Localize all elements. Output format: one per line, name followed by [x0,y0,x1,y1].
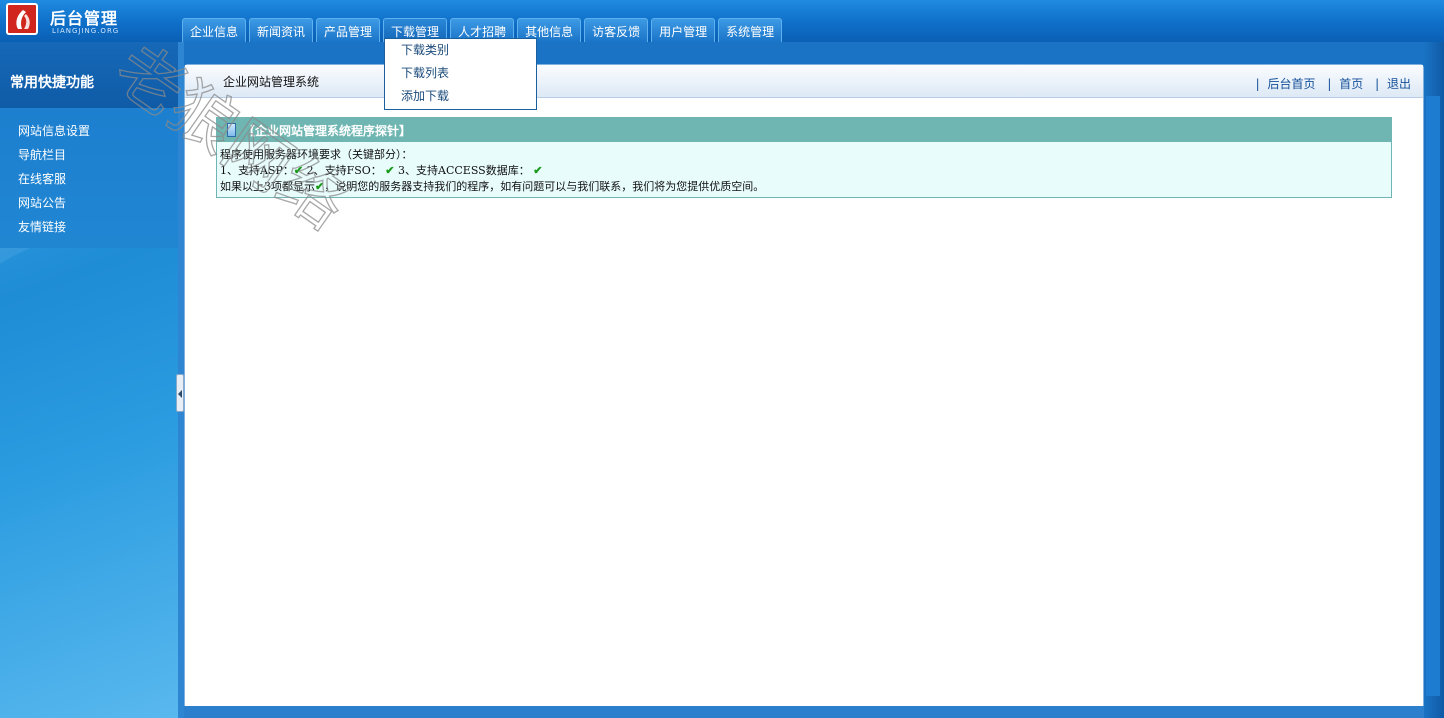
page-title: 企业网站管理系统 [223,75,320,89]
probe-checks: 1、支持ASP：✔ 2、支持FSO： ✔ 3、支持ACCESS数据库： ✔ [220,162,542,178]
menu-item-download-list[interactable]: 下载列表 [401,64,449,81]
sidebar-header: 常用快捷功能 [0,42,178,108]
fso-label: 2、支持FSO： [303,164,382,177]
check-icon: ✔ [533,164,543,177]
sidebar-item-friend-links[interactable]: 友情链接 [18,218,66,235]
conclusion-text: ，说明您的服务器支持我们的程序，如有问题可以与我们联系，我们将为您提供优质空间。 [324,180,765,193]
header-links: | 后台首页 | 首页 | 退出 [1248,75,1411,92]
link-separator: | [1255,77,1260,91]
main-header: 企业网站管理系统 | 后台首页 | 首页 | 退出 [185,65,1423,98]
sidebar-decoration [0,202,178,588]
menu-item-add-download[interactable]: 添加下载 [401,87,449,104]
sidebar-menu: 网站信息设置 导航栏目 在线客服 网站公告 友情链接 [0,108,178,248]
logo-mark-icon [6,3,38,35]
tab-news[interactable]: 新闻资讯 [249,18,314,42]
tab-system[interactable]: 系统管理 [718,18,783,42]
logout-link[interactable]: 退出 [1387,77,1411,91]
top-bar: 后台管理 LIANGJING.ORG 企业信息 新闻资讯 产品管理 下载管理 人… [0,0,1444,42]
tab-users[interactable]: 用户管理 [651,18,716,42]
access-label: 3、支持ACCESS数据库： [394,164,530,177]
scrollbar[interactable] [1426,96,1440,696]
probe-title: 【企业网站管理系统程序探针】 [243,124,412,138]
downloads-dropdown-menu: 下载类别 下载列表 添加下载 [384,38,537,110]
logo[interactable]: 后台管理 LIANGJING.ORG [6,3,136,39]
sidebar-item-online-service[interactable]: 在线客服 [18,170,66,187]
document-icon [227,123,236,137]
check-icon: ✔ [293,164,304,177]
sidebar-item-site-settings[interactable]: 网站信息设置 [18,122,90,139]
menu-item-download-categories[interactable]: 下载类别 [401,41,449,58]
collapse-sidebar-handle[interactable] [176,374,184,412]
link-separator: | [1327,77,1332,91]
logo-title: 后台管理 [50,9,119,28]
home-link[interactable]: 首页 [1339,77,1363,91]
check-icon: ✔ [385,164,395,177]
probe-conclusion: 如果以上3项都显示✔，说明您的服务器支持我们的程序，如有问题可以与我们联系，我们… [220,178,764,194]
bottom-border [184,706,1424,718]
probe-requirements: 程序使用服务器环境要求（关键部分）： [220,148,413,161]
sidebar: 常用快捷功能 网站信息设置 导航栏目 在线客服 网站公告 友情链接 [0,42,178,718]
link-separator: | [1375,77,1380,91]
probe-header: 【企业网站管理系统程序探针】 [217,118,1391,142]
tab-products[interactable]: 产品管理 [316,18,381,42]
asp-label: 1、支持ASP： [220,164,294,177]
right-border [1424,42,1444,718]
logo-subtitle: LIANGJING.ORG [52,27,120,35]
admin-home-link[interactable]: 后台首页 [1268,77,1316,91]
check-icon: ✔ [315,180,325,193]
sidebar-header-title: 常用快捷功能 [10,75,94,91]
sidebar-item-announcements[interactable]: 网站公告 [18,194,66,211]
sidebar-item-navigation[interactable]: 导航栏目 [18,146,66,163]
probe-panel: 【企业网站管理系统程序探针】 程序使用服务器环境要求（关键部分）： 1、支持AS… [216,117,1392,198]
tab-company-info[interactable]: 企业信息 [182,18,247,42]
tab-feedback[interactable]: 访客反馈 [584,18,649,42]
conclusion-prefix: 如果以上3项都显示 [220,180,315,193]
